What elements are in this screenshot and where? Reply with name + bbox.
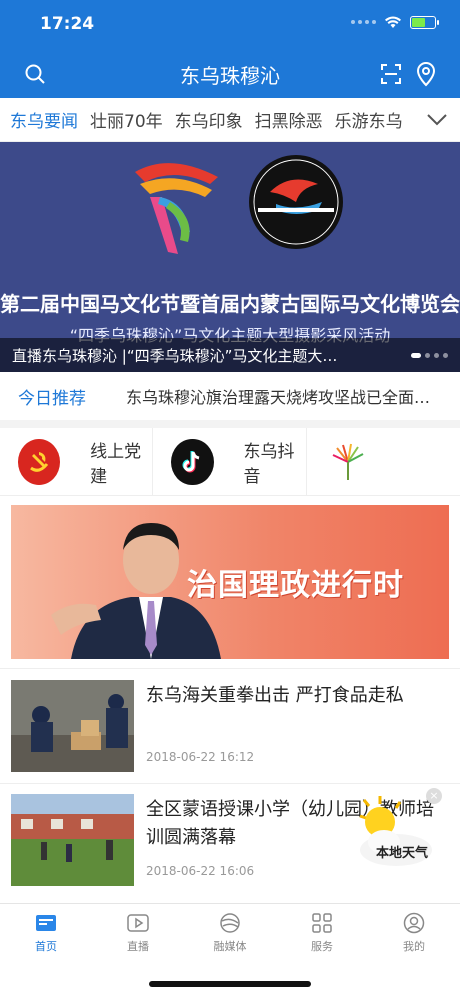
tab-home[interactable]: 首页	[0, 904, 92, 963]
today-headline[interactable]: 东乌珠穆沁旗治理露天烧烤攻坚战已全面展开	[126, 384, 444, 408]
tab-70-years[interactable]: 壮丽70年	[90, 107, 163, 132]
promo-text: 治国理政进行时	[187, 568, 404, 603]
divider	[0, 668, 460, 669]
promo-banner[interactable]: 治国理政进行时	[11, 505, 449, 659]
user-icon	[403, 912, 425, 934]
party-emblem-icon	[18, 438, 61, 485]
news-date: 2018-06-22 16:06	[146, 864, 255, 878]
banner-title: 第二届中国马文化节暨首届内蒙古国际马文化博览会	[0, 292, 460, 316]
tab-service[interactable]: 服务	[276, 904, 368, 963]
battery-icon	[410, 15, 439, 29]
shortcut-party[interactable]: 线上党建	[0, 428, 154, 495]
location-icon[interactable]	[416, 61, 436, 91]
signal-icon	[351, 20, 376, 24]
banner-caption-bar: 直播东乌珠穆沁 |“四季乌珠穆沁”马文化主题大型摄影采风活动	[0, 338, 460, 372]
bottom-tab-bar: 首页 直播 融媒体 服务 我的	[0, 903, 460, 963]
tab-news[interactable]: 东乌要闻	[10, 107, 78, 132]
tab-profile[interactable]: 我的	[368, 904, 460, 963]
news-item[interactable]: 东乌海关重拳出击 严打食品走私 2018-06-22 16:12	[0, 672, 460, 784]
status-icons	[351, 15, 439, 29]
status-time: 17:24	[40, 14, 95, 34]
shortcut-tiktok[interactable]: 东乌抖音	[153, 428, 307, 495]
today-label: 今日推荐	[18, 388, 86, 409]
sunflower-logo-icon	[325, 439, 371, 485]
news-title: 东乌海关重拳出击 严打食品走私	[146, 685, 404, 706]
carousel-indicator	[411, 353, 448, 358]
today-recommend[interactable]: 今日推荐 东乌珠穆沁旗治理露天烧烤攻坚战已全面展开	[0, 372, 460, 428]
tab-label: 直播	[127, 940, 149, 953]
scan-icon[interactable]	[380, 63, 402, 89]
tab-anti-crime[interactable]: 扫黑除恶	[255, 107, 323, 132]
tab-media[interactable]: 融媒体	[184, 904, 276, 963]
weather-label: 本地天气	[376, 846, 429, 861]
shortcut-label: 线上党建	[90, 441, 142, 487]
news-thumbnail	[11, 680, 134, 772]
tabs-expand-button[interactable]	[400, 98, 460, 141]
shortcut-more[interactable]	[307, 428, 460, 495]
banner-caption: 直播东乌珠穆沁 |“四季乌珠穆沁”马文化主题大型摄影采风活动	[12, 346, 340, 365]
divider	[0, 783, 460, 784]
tab-travel[interactable]: 乐游东乌	[335, 107, 403, 132]
tab-label: 我的	[403, 940, 425, 953]
shortcut-row: 线上党建 东乌抖音	[0, 428, 460, 496]
grid-icon	[312, 912, 332, 934]
home-indicator	[149, 981, 311, 987]
channel-tabs: 东乌要闻 壮丽70年 东乌印象 扫黑除恶 乐游东乌	[0, 98, 460, 142]
home-icon	[35, 912, 57, 934]
app-header: 17:24 东乌珠穆沁	[0, 0, 460, 98]
festival-logo-icon	[135, 155, 343, 254]
wifi-icon	[385, 16, 401, 28]
banner-carousel[interactable]: 第二届中国马文化节暨首届内蒙古国际马文化博览会 “四季乌珠穆沁”马文化主题大型摄…	[0, 142, 460, 372]
news-date: 2018-06-22 16:12	[146, 750, 255, 764]
tab-label: 服务	[311, 940, 333, 953]
chevron-down-icon	[427, 114, 447, 126]
news-thumbnail	[11, 794, 134, 886]
weather-widget[interactable]: 本地天气 ×	[352, 788, 442, 870]
tab-label: 融媒体	[213, 940, 247, 953]
close-icon[interactable]: ×	[426, 788, 442, 804]
play-icon	[127, 912, 149, 934]
tab-label: 首页	[35, 940, 57, 953]
tab-live[interactable]: 直播	[92, 904, 184, 963]
tiktok-icon	[171, 438, 214, 485]
media-icon	[219, 912, 241, 934]
shortcut-label: 东乌抖音	[243, 441, 295, 487]
tab-impression[interactable]: 东乌印象	[175, 107, 243, 132]
